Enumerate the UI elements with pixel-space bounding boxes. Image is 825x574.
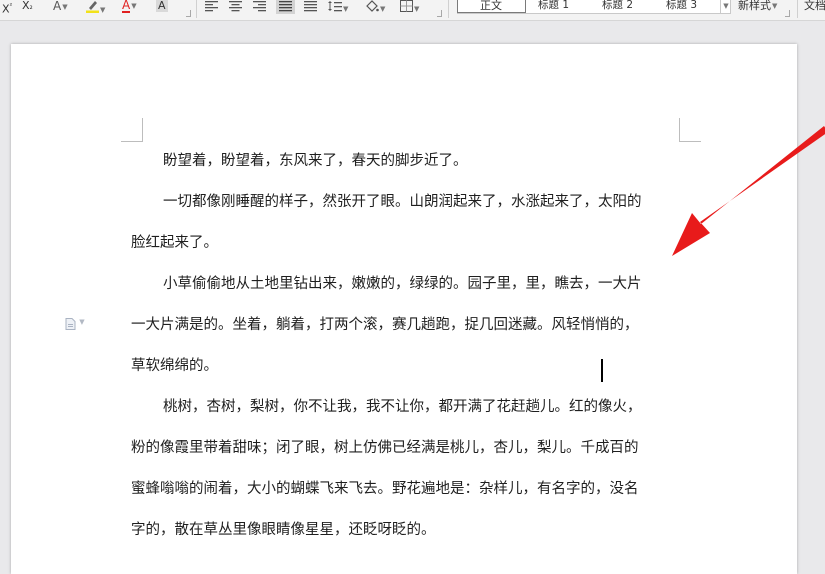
style-heading1-button[interactable]: 标题 1 <box>538 0 569 11</box>
style-gallery: 正文 标题 1 标题 2 标题 3 <box>457 0 721 14</box>
chevron-down-icon: ▼ <box>79 318 85 326</box>
chevron-down-icon: ▼ <box>414 5 420 13</box>
style-heading2-button[interactable]: 标题 2 <box>602 0 633 11</box>
text-line: 草软绵绵的。 <box>131 358 218 374</box>
align-right-button[interactable] <box>253 0 266 14</box>
chevron-down-icon: ▼ <box>380 5 386 13</box>
chevron-down-icon: ▼ <box>100 6 106 14</box>
margin-corner-top-left <box>121 118 143 142</box>
text-line: 一切都像刚睡醒的样子，然张开了眼。山朗润起来了，水涨起来了，太阳的 <box>163 194 642 210</box>
justify-icon <box>279 1 292 12</box>
distributed-align-icon <box>304 1 317 12</box>
chevron-down-icon: ▼ <box>62 3 68 11</box>
chevron-down-icon: ▼ <box>343 5 349 13</box>
char-shading-icon: A <box>156 0 168 12</box>
chevron-down-icon: ▼ <box>723 2 729 10</box>
chevron-down-icon: ▼ <box>131 2 137 10</box>
justify-button[interactable] <box>276 0 295 14</box>
chevron-down-icon: ▼ <box>772 2 778 10</box>
font-color-button[interactable]: A▼ <box>122 0 137 14</box>
distributed-align-button[interactable] <box>304 0 317 14</box>
align-left-icon <box>205 1 218 12</box>
align-center-button[interactable] <box>229 0 242 14</box>
divider <box>448 0 449 18</box>
text-effect-icon: A <box>53 0 62 13</box>
divider <box>797 0 798 18</box>
border-icon <box>400 0 413 12</box>
text-line: 小草偷偷地从土地里钻出来，嫩嫩的，绿绿的。园子里，里，瞧去，一大片 <box>163 276 642 292</box>
paint-bucket-icon <box>366 0 379 12</box>
text-line: 字的，散在草丛里像眼睛像星星，还眨呀眨的。 <box>131 522 436 538</box>
paragraph[interactable]: 小草偷偷地从土地里钻出来，嫩嫩的，绿绿的。园子里，里，瞧去，一大片 一大片满是的… <box>131 264 642 387</box>
text-line: 盼望着，盼望着，东风来了，春天的脚步近了。 <box>163 153 468 169</box>
align-right-icon <box>253 1 266 12</box>
line-spacing-button[interactable]: ▼ <box>328 0 348 14</box>
style-gallery-expand-button[interactable]: ▼ <box>720 0 731 14</box>
formatting-toolbar: X² X₂ A▼ ▼ A▼ A ▼ ▼ ▼ 正文 标题 1 标题 2 标题 3 … <box>0 0 825 21</box>
line-spacing-icon <box>328 1 342 12</box>
text-line: 粉的像霞里带着甜味；闭了眼，树上仿佛已经满是桃儿，杏儿，梨儿。千成百的 <box>131 440 639 456</box>
paragraph-group-launcher[interactable] <box>437 10 442 17</box>
font-group-launcher[interactable] <box>186 10 191 17</box>
borders-button[interactable]: ▼ <box>400 0 419 14</box>
align-left-button[interactable] <box>205 0 218 14</box>
paragraph-layout-icon[interactable]: ▼ <box>65 318 85 333</box>
new-style-button[interactable]: 新样式▼ <box>738 0 777 14</box>
text-line: 桃树，杏树，梨树，你不让我，我不让你，都开满了花赶趟儿。红的像火， <box>163 399 642 415</box>
text-effect-button[interactable]: A▼ <box>53 0 68 14</box>
text-line: 一大片满是的。坐着，躺着，打两个滚，赛几趟跑，捉几回迷藏。风轻悄悄的， <box>131 317 639 333</box>
paragraph[interactable]: 盼望着，盼望着，东风来了，春天的脚步近了。 <box>131 141 468 182</box>
style-heading3-button[interactable]: 标题 3 <box>666 0 697 11</box>
subscript-mark: ₂ <box>29 2 33 11</box>
text-line: 蜜蜂嗡嗡的闹着，大小的蝴蝶飞来飞去。野花遍地是：杂样儿，有名字的，没名 <box>131 481 639 497</box>
superscript-mark: ² <box>9 2 13 10</box>
text-cursor <box>601 359 603 382</box>
highlighter-icon <box>86 0 99 13</box>
document-page[interactable]: 盼望着，盼望着，东风来了，春天的脚步近了。 一切都像刚睡醒的样子，然张开了眼。山… <box>11 44 797 574</box>
style-normal-label: 正文 <box>480 0 502 12</box>
align-center-icon <box>229 1 242 12</box>
text-line: 脸红起来了。 <box>131 235 218 251</box>
shading-button[interactable]: ▼ <box>365 0 385 14</box>
superscript-button[interactable]: X² <box>2 0 13 15</box>
highlight-color-button[interactable]: ▼ <box>86 0 105 14</box>
divider <box>196 0 197 18</box>
paragraph[interactable]: 桃树，杏树，梨树，你不让我，我不让你，都开满了花赶趟儿。红的像火， 粉的像霞里带… <box>131 387 642 551</box>
margin-corner-top-right <box>679 118 701 142</box>
document-tools-button[interactable]: 文档 <box>804 0 825 14</box>
font-color-icon: A <box>122 0 131 13</box>
paragraph[interactable]: 一切都像刚睡醒的样子，然张开了眼。山朗润起来了，水涨起来了，太阳的 脸红起来了。 <box>131 182 642 264</box>
char-shading-button[interactable]: A <box>156 0 168 14</box>
subscript-button[interactable]: X₂ <box>22 0 33 14</box>
style-group-launcher[interactable] <box>785 10 790 17</box>
